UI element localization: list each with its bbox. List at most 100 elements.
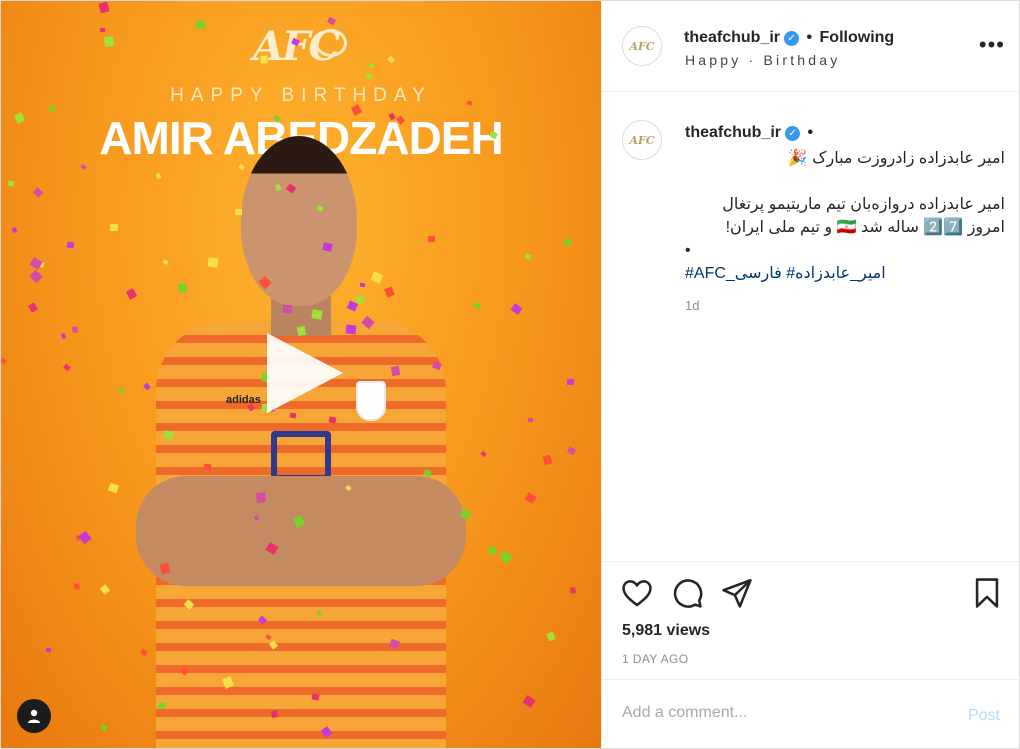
confetti-piece — [311, 309, 323, 320]
caption-user-line: theafchub_ir ✓ • — [685, 124, 816, 142]
confetti-piece — [66, 241, 75, 249]
caption-line-4: • — [685, 242, 691, 259]
confetti-piece — [480, 450, 487, 458]
confetti-piece — [359, 282, 366, 288]
like-button[interactable] — [620, 576, 654, 610]
confetti-piece — [566, 446, 577, 456]
tagged-users-button[interactable] — [17, 699, 51, 733]
separator-dot: • — [807, 124, 814, 141]
comment-button[interactable] — [670, 576, 704, 610]
save-button[interactable] — [970, 576, 1004, 610]
caption-avatar[interactable]: AFC — [622, 120, 662, 160]
confetti-piece — [109, 223, 119, 232]
more-options-icon[interactable]: ••• — [979, 34, 1005, 56]
confetti-piece — [100, 723, 108, 732]
instagram-post: AFC HAPPY BIRTHDAY AMIR ABEDZADEH adidas — [0, 0, 1020, 749]
comment-icon — [673, 579, 703, 608]
confetti-piece — [322, 242, 333, 252]
confetti-piece — [524, 253, 532, 260]
confetti-piece — [98, 1, 110, 14]
confetti-piece — [260, 55, 268, 64]
confetti-piece — [203, 463, 212, 471]
confetti-piece — [499, 550, 513, 565]
confetti-piece — [486, 545, 498, 556]
play-icon[interactable] — [267, 333, 343, 413]
caption-hashtags[interactable]: #AFC_امیر_عابدزاده# فارسی — [685, 262, 1005, 285]
team-crest — [356, 381, 386, 421]
username-link[interactable]: theafchub_ir — [684, 29, 780, 46]
post-sidebar: AFC theafchub_ir ✓ • Following Happy · Bi… — [601, 1, 1020, 748]
confetti-piece — [29, 257, 43, 270]
confetti-piece — [546, 631, 556, 642]
media-subtitle: HAPPY BIRTHDAY — [170, 85, 432, 106]
comment-box: Post — [602, 679, 1020, 748]
confetti-piece — [1, 357, 7, 365]
confetti-piece — [27, 302, 39, 313]
bookmark-icon — [975, 578, 999, 608]
confetti-piece — [570, 587, 576, 594]
caption-avatar-text: AFC — [629, 133, 655, 147]
confetti-piece — [311, 693, 320, 701]
header-user-line: theafchub_ir ✓ • Following — [684, 29, 894, 47]
confetti-piece — [368, 62, 375, 70]
avatar[interactable]: AFC — [622, 26, 662, 66]
caption-timestamp[interactable]: 1d — [685, 298, 699, 313]
confetti-piece — [387, 55, 395, 64]
confetti-piece — [235, 209, 242, 215]
post-header: AFC theafchub_ir ✓ • Following Happy · Bi… — [602, 1, 1019, 92]
confetti-piece — [78, 530, 92, 545]
confetti-piece — [32, 187, 44, 198]
confetti-piece — [7, 180, 15, 187]
user-icon — [28, 709, 40, 723]
confetti-piece — [107, 482, 120, 494]
confetti-piece — [11, 226, 18, 234]
separator-dot: • — [806, 29, 813, 46]
confetti-piece — [566, 378, 575, 386]
confetti-piece — [256, 492, 266, 503]
verified-badge-icon: ✓ — [784, 31, 800, 46]
confetti-piece — [365, 73, 373, 80]
post-timestamp[interactable]: 1 DAY AGO — [622, 652, 689, 666]
caption-line-2: امیر عابدزاده دروازه‌بان تیم ماریتیمو پر… — [722, 196, 1005, 213]
confetti-piece — [118, 387, 125, 393]
confetti-piece — [527, 417, 534, 423]
share-button[interactable] — [720, 576, 754, 610]
confetti-piece — [74, 583, 80, 590]
confetti-piece — [207, 257, 219, 268]
confetti-piece — [63, 363, 71, 372]
confetti-piece — [195, 20, 206, 30]
confetti-piece — [104, 36, 114, 47]
player-image: adidas — [136, 136, 466, 748]
caption-line-1: امیر عابدزاده زادروزت مبارک 🎉 — [787, 150, 1005, 167]
confetti-piece — [159, 562, 171, 575]
action-bar: 5,981 views 1 DAY AGO — [602, 561, 1020, 678]
afc-logo: AFC — [253, 23, 353, 70]
confetti-piece — [158, 703, 165, 709]
confetti-piece — [60, 332, 67, 340]
post-comment-button[interactable]: Post — [968, 707, 1000, 725]
caption-line-3: امروز 2️⃣7️⃣ ساله شد 🇮🇷 و تیم ملی ایران! — [725, 219, 1005, 236]
confetti-piece — [99, 584, 111, 595]
header-location[interactable]: Happy · Birthday — [685, 52, 840, 68]
confetti-piece — [345, 324, 357, 335]
confetti-piece — [177, 282, 188, 294]
comment-input[interactable] — [622, 704, 942, 722]
caption-text: امیر عابدزاده زادروزت مبارک 🎉 امیر عابدز… — [685, 147, 1005, 285]
post-media[interactable]: AFC HAPPY BIRTHDAY AMIR ABEDZADEH adidas — [1, 1, 601, 748]
confetti-piece — [163, 430, 174, 440]
confetti-piece — [45, 647, 52, 653]
caption-section: AFC theafchub_ir ✓ • امیر عابدزاده زادروز… — [602, 93, 1020, 561]
confetti-piece — [522, 694, 536, 709]
share-icon — [722, 578, 752, 608]
jersey-number — [271, 431, 331, 481]
caption-username-link[interactable]: theafchub_ir — [685, 124, 781, 141]
view-count[interactable]: 5,981 views — [622, 622, 710, 640]
afc-globe-icon — [315, 29, 347, 57]
confetti-piece — [283, 305, 292, 313]
following-button[interactable]: Following — [820, 29, 895, 46]
confetti-piece — [72, 326, 78, 333]
confetti-piece — [473, 302, 481, 309]
confetti-piece — [427, 235, 436, 243]
verified-badge-icon: ✓ — [785, 126, 801, 141]
confetti-piece — [390, 365, 401, 377]
